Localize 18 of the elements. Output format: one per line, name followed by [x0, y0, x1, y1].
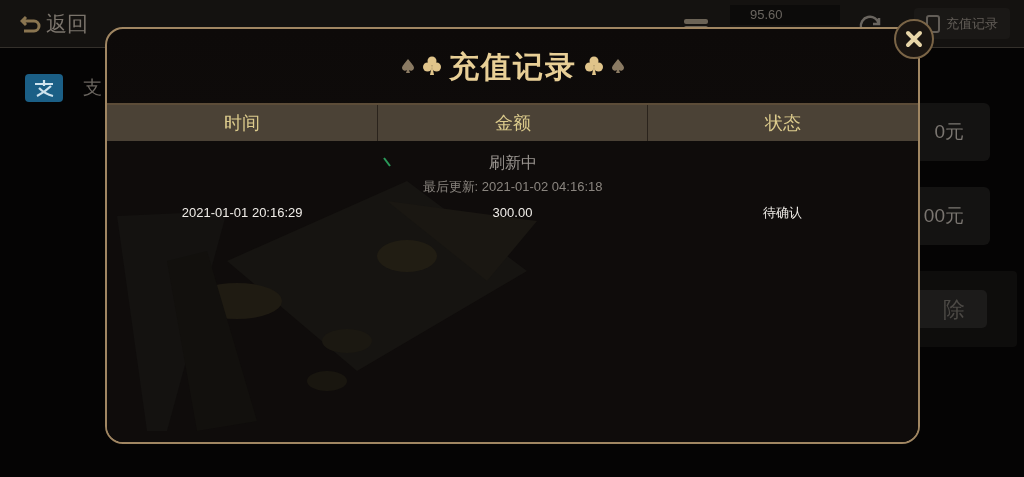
payment-app-icon [25, 74, 63, 102]
last-updated-text: 最后更新: 2021-01-02 04:16:18 [422, 178, 603, 196]
table-cell-text: 300.00 [491, 203, 534, 222]
spade-icon [400, 58, 415, 74]
back-button[interactable]: 返回 [20, 7, 88, 40]
back-arrow-icon [20, 13, 42, 34]
close-icon [905, 30, 923, 48]
balance-field: 95.60 [730, 5, 840, 25]
table-cell-text: 2021-01-01 20:16:29 [180, 203, 304, 222]
loading-spinner-icon [383, 157, 391, 167]
payment-method-label: 支 [83, 76, 102, 100]
table-cell-text: 待确认 [762, 203, 804, 222]
dialog-title: 充值记录 [448, 48, 577, 85]
spade-icon [610, 58, 625, 74]
club-icon [584, 56, 603, 76]
refresh-status: 刷新中 [488, 153, 537, 173]
column-header: 时间 [222, 111, 261, 135]
club-icon [422, 56, 441, 76]
